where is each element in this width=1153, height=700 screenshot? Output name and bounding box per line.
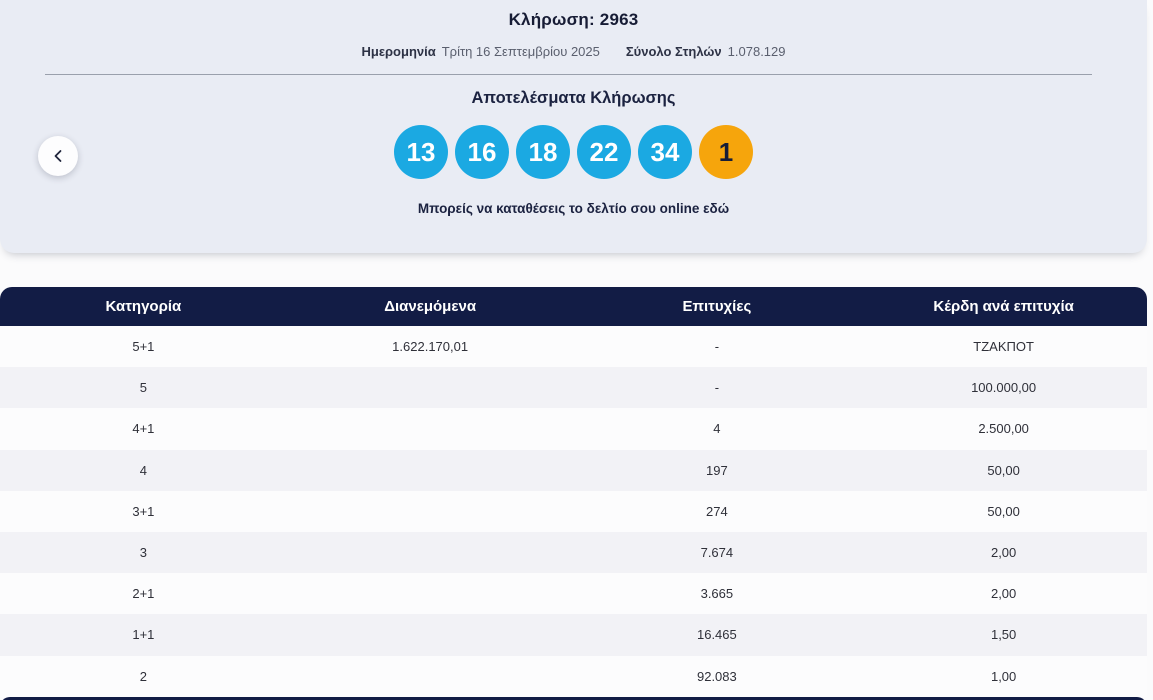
prize-cell: 2,00 [990, 586, 1017, 602]
winning-numbers: 13 16 18 22 34 1 [0, 125, 1147, 179]
previous-draw-button[interactable] [38, 136, 78, 176]
winners-cell: - [714, 380, 720, 396]
table-row: 5+1 1.622.170,01 - ΤΖΑΚΠΟΤ [0, 326, 1147, 368]
table-row: 2 92.083 1,00 [0, 655, 1147, 697]
prize-cell: 50,00 [987, 503, 1020, 519]
category-cell: 3+1 [132, 503, 155, 519]
payout-table-header: Κατηγορία Διανεμόμενα Επιτυχίες Κέρδη αν… [0, 287, 1147, 326]
winners-cell: 3.665 [700, 586, 734, 602]
payout-table-body: 5+1 1.622.170,01 - ΤΖΑΚΠΟΤ 5 - 100.000,00 4+1 4 2… [0, 326, 1147, 697]
table-row: 4+1 4 2.500,00 [0, 408, 1147, 450]
table-row: 3+1 274 50,00 [0, 490, 1147, 532]
winning-number-ball: 13 [394, 125, 448, 179]
winning-number-ball: 34 [638, 125, 692, 179]
winners-cell: 197 [706, 462, 728, 478]
prize-cell: 2.500,00 [978, 421, 1029, 437]
total-columns: Σύνολο Στηλών 1.078.129 [626, 44, 786, 59]
table-row: 5 - 100.000,00 [0, 367, 1147, 409]
category-cell: 5 [139, 380, 147, 396]
draw-number: 2963 [599, 10, 639, 29]
joker-number-ball: 1 [699, 125, 753, 179]
category-cell: 3 [139, 545, 147, 561]
payout-table: Κατηγορία Διανεμόμενα Επιτυχίες Κέρδη αν… [0, 287, 1147, 697]
winners-cell: - [714, 339, 720, 355]
total-columns-label: Σύνολο Στηλών [625, 44, 722, 59]
date-value: Τρίτη 16 Σεπτεμβρίου 2025 [441, 44, 600, 59]
prize-cell: 50,00 [987, 462, 1020, 478]
prize-cell: ΤΖΑΚΠΟΤ [973, 339, 1034, 355]
prize-cell: 2,00 [990, 545, 1017, 561]
draw-date: Ημερομηνία Τρίτη 16 Σεπτεμβρίου 2025 [362, 44, 600, 59]
category-cell: 4 [139, 462, 147, 478]
table-row: 3 7.674 2,00 [0, 531, 1147, 574]
page-content: Κλήρωση: 2963 Ημερομηνία Τρίτη 16 Σεπτεμ… [0, 0, 1147, 700]
divider [45, 74, 1092, 75]
chevron-left-icon [52, 149, 64, 163]
date-label: Ημερομηνία [361, 44, 436, 59]
category-cell: 4+1 [132, 421, 155, 437]
table-row: 4 197 50,00 [0, 449, 1147, 491]
winners-cell: 274 [706, 503, 728, 519]
draw-results-card: Κλήρωση: 2963 Ημερομηνία Τρίτη 16 Σεπτεμ… [0, 0, 1147, 253]
winners-cell: 16.465 [696, 627, 737, 643]
winning-number-ball: 22 [577, 125, 631, 179]
results-heading: Αποτελέσματα Κλήρωσης [471, 89, 676, 107]
draw-title-label: Κλήρωση: [508, 10, 595, 29]
prize-cell: 100.000,00 [971, 380, 1037, 396]
table-row: 1+1 16.465 1,50 [0, 614, 1147, 656]
winners-cell: 7.674 [700, 545, 734, 561]
column-header-category: Κατηγορία [105, 298, 182, 315]
winning-number-ball: 18 [516, 125, 570, 179]
column-header-winners: Επιτυχίες [682, 298, 752, 315]
winners-cell: 92.083 [696, 668, 737, 684]
category-cell: 1+1 [132, 627, 155, 643]
table-row: 2+1 3.665 2,00 [0, 573, 1147, 615]
distributed-cell: 1.622.170,01 [392, 339, 469, 355]
winning-number-ball: 16 [455, 125, 509, 179]
prize-cell: 1,00 [990, 668, 1017, 684]
column-header-prize: Κέρδη ανά επιτυχία [933, 298, 1074, 315]
submit-ticket-link[interactable]: Μπορείς να καταθέσεις το δελτίο σου onli… [0, 201, 1147, 216]
total-columns-value: 1.078.129 [727, 44, 786, 59]
winners-cell: 4 [713, 421, 721, 437]
category-cell: 2+1 [132, 586, 155, 602]
category-cell: 2 [139, 668, 147, 684]
column-header-distributed: Διανεμόμενα [384, 298, 477, 315]
prize-cell: 1,50 [990, 627, 1017, 643]
draw-meta: Ημερομηνία Τρίτη 16 Σεπτεμβρίου 2025 Σύν… [0, 44, 1147, 59]
category-cell: 5+1 [132, 339, 155, 355]
draw-title: Κλήρωση: 2963 [0, 0, 1147, 30]
